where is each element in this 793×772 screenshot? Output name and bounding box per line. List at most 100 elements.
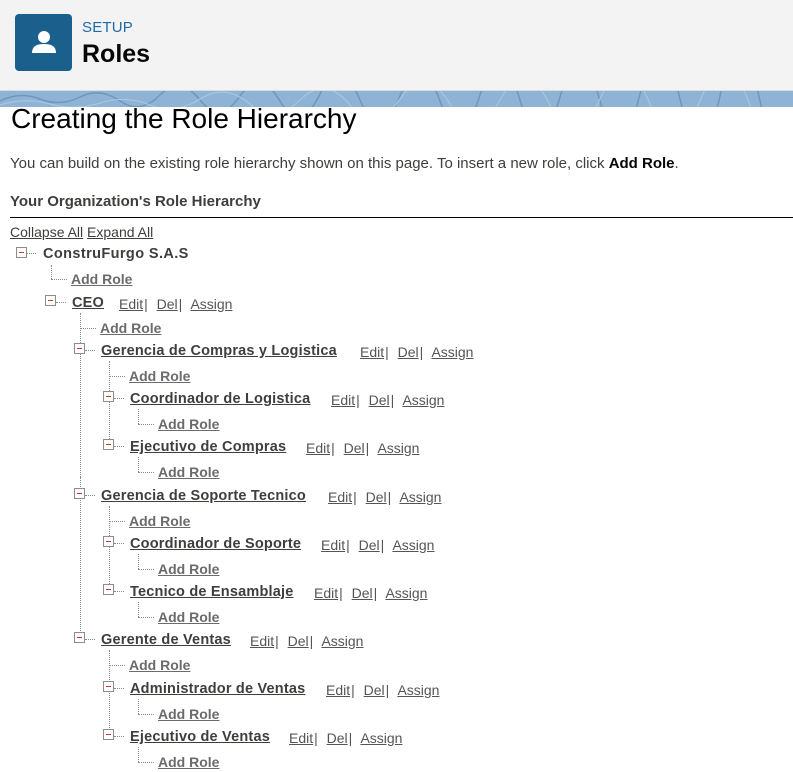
tree-connector	[109, 665, 125, 666]
role-coordinador-logistica[interactable]: Coordinador de Logistica	[130, 391, 310, 407]
header-eyebrow: SETUP	[82, 19, 134, 36]
collapse-toggle-ejec-compras[interactable]	[103, 439, 114, 450]
add-role-link[interactable]: Add Role	[100, 320, 161, 336]
tree-connector	[138, 457, 139, 472]
edit-link[interactable]: Edit	[321, 537, 345, 553]
add-role-link[interactable]: Add Role	[158, 609, 219, 625]
collapse-toggle-gerencia-compras[interactable]	[74, 343, 85, 354]
role-ceo[interactable]: CEO	[72, 295, 104, 311]
assign-link[interactable]: Assign	[377, 440, 419, 456]
edit-link[interactable]: Edit	[331, 392, 355, 408]
collapse-toggle-coord-logistica[interactable]	[103, 391, 114, 402]
separator: |	[385, 344, 389, 360]
separator: |	[346, 537, 350, 553]
tree-connector	[138, 472, 154, 473]
tree-connector	[26, 253, 36, 254]
role-actions: Edit| Del| Assign	[331, 392, 444, 408]
tree-connector	[51, 279, 67, 280]
add-role-link[interactable]: Add Role	[158, 706, 219, 722]
del-link[interactable]: Del	[359, 537, 380, 553]
assign-link[interactable]: Assign	[360, 730, 402, 746]
tree-connector	[114, 688, 124, 689]
separator: |	[373, 585, 378, 601]
assign-link[interactable]: Assign	[399, 489, 441, 505]
user-icon	[15, 14, 72, 71]
collapse-toggle-gerencia-soporte[interactable]	[74, 488, 85, 499]
add-role-link[interactable]: Add Role	[129, 513, 190, 529]
assign-link[interactable]: Assign	[321, 633, 363, 649]
tree-connector	[114, 543, 124, 544]
del-link[interactable]: Del	[369, 392, 390, 408]
tree-connector	[114, 446, 124, 447]
role-hierarchy-tree: ConstruFurgo S.A.S Add Role CEO Edit| De…	[0, 107, 793, 772]
edit-link[interactable]: Edit	[289, 730, 313, 746]
add-role-link[interactable]: Add Role	[158, 464, 219, 480]
assign-link[interactable]: Assign	[190, 296, 232, 312]
add-role-link[interactable]: Add Role	[158, 416, 219, 432]
role-actions: Edit| Del| Assign	[328, 489, 441, 505]
separator: |	[275, 633, 279, 649]
assign-link[interactable]: Assign	[397, 682, 439, 698]
role-gerente-ventas[interactable]: Gerente de Ventas	[101, 632, 231, 648]
edit-link[interactable]: Edit	[326, 682, 350, 698]
tree-connector	[114, 398, 124, 399]
role-actions: Edit| Del| Assign	[119, 296, 232, 312]
role-administrador-ventas[interactable]: Administrador de Ventas	[130, 681, 305, 697]
collapse-toggle-ceo[interactable]	[45, 295, 56, 306]
tree-connector	[138, 424, 154, 425]
edit-link[interactable]: Edit	[250, 633, 274, 649]
del-link[interactable]: Del	[364, 682, 385, 698]
separator: |	[353, 489, 357, 505]
role-gerencia-soporte[interactable]: Gerencia de Soporte Tecnico	[101, 488, 306, 504]
del-link[interactable]: Del	[398, 344, 419, 360]
collapse-toggle-root[interactable]	[16, 247, 27, 258]
separator: |	[385, 682, 390, 698]
tree-connector	[138, 747, 139, 762]
assign-link[interactable]: Assign	[402, 392, 444, 408]
role-actions: Edit| Del| Assign	[314, 585, 427, 601]
edit-link[interactable]: Edit	[360, 344, 384, 360]
role-actions: Edit| Del| Assign	[250, 633, 363, 649]
role-ejecutivo-compras[interactable]: Ejecutivo de Compras	[130, 439, 286, 455]
separator: |	[390, 392, 395, 408]
separator: |	[309, 633, 314, 649]
collapse-toggle-gerente-ventas[interactable]	[74, 632, 85, 643]
del-link[interactable]: Del	[157, 296, 178, 312]
assign-link[interactable]: Assign	[385, 585, 427, 601]
role-coordinador-soporte[interactable]: Coordinador de Soporte	[130, 536, 301, 552]
page-header: SETUP Roles	[0, 0, 793, 91]
edit-link[interactable]: Edit	[119, 296, 143, 312]
tree-connector	[114, 591, 124, 592]
add-role-link[interactable]: Add Role	[158, 754, 219, 770]
del-link[interactable]: Del	[366, 489, 387, 505]
role-tecnico-ensamblaje[interactable]: Tecnico de Ensamblaje	[130, 584, 294, 600]
assign-link[interactable]: Assign	[392, 537, 434, 553]
separator: |	[314, 730, 318, 746]
assign-link[interactable]: Assign	[431, 344, 473, 360]
edit-link[interactable]: Edit	[306, 440, 330, 456]
tree-connector	[138, 569, 154, 570]
role-ejecutivo-ventas[interactable]: Ejecutivo de Ventas	[130, 729, 270, 745]
collapse-toggle-admin-ventas[interactable]	[103, 681, 114, 692]
tree-connector	[138, 554, 139, 569]
separator: |	[356, 392, 360, 408]
edit-link[interactable]: Edit	[328, 489, 352, 505]
tree-connector	[138, 409, 139, 424]
role-gerencia-compras[interactable]: Gerencia de Compras y Logistica	[101, 343, 337, 359]
add-role-link[interactable]: Add Role	[129, 657, 190, 673]
add-role-link[interactable]: Add Role	[71, 271, 132, 287]
add-role-link[interactable]: Add Role	[158, 561, 219, 577]
tree-connector	[80, 313, 81, 477]
separator: |	[331, 440, 335, 456]
edit-link[interactable]: Edit	[314, 585, 338, 601]
collapse-toggle-tecnico-ensamblaje[interactable]	[103, 584, 114, 595]
collapse-toggle-ejec-ventas[interactable]	[103, 729, 114, 740]
del-link[interactable]: Del	[327, 730, 348, 746]
separator: |	[144, 296, 148, 312]
add-role-link[interactable]: Add Role	[129, 368, 190, 384]
collapse-toggle-coord-soporte[interactable]	[103, 536, 114, 547]
del-link[interactable]: Del	[288, 633, 309, 649]
role-actions: Edit| Del| Assign	[326, 682, 439, 698]
del-link[interactable]: Del	[344, 440, 365, 456]
del-link[interactable]: Del	[352, 585, 373, 601]
